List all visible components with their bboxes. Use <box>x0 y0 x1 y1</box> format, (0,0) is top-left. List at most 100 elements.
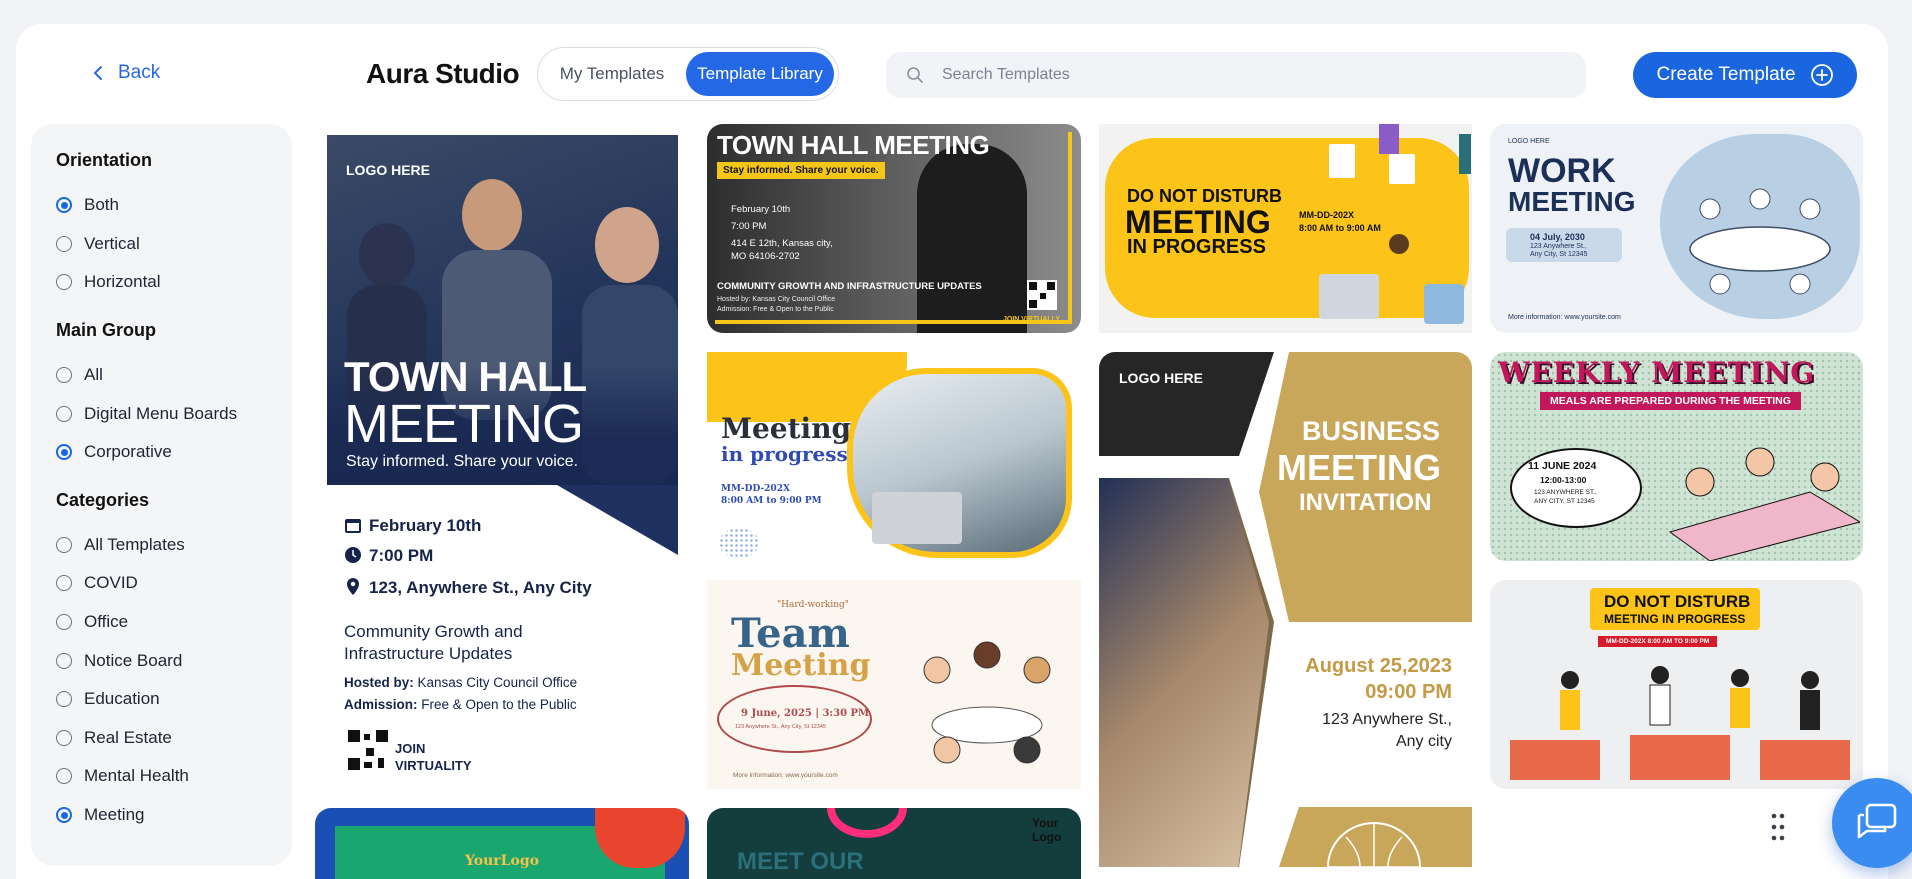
card-oval-frame <box>717 685 872 753</box>
card-hosted: Hosted by: Kansas City Council Office <box>344 675 577 690</box>
tab-my-templates[interactable]: My Templates <box>542 52 682 96</box>
card-when: 9 June, 2025 | 3:30 PM <box>741 708 870 719</box>
card-blue-dots <box>719 528 759 558</box>
radio[interactable] <box>56 536 72 553</box>
brand-title: Aura Studio <box>366 58 520 89</box>
main-group-option-digital-menu-boards[interactable]: Digital Menu Boards <box>56 394 267 433</box>
radio[interactable] <box>56 652 72 669</box>
card-hours: 8:00 AM to 9:00 PM <box>721 496 822 506</box>
card-address-1: 123 ANYWHERE ST., <box>1534 489 1597 496</box>
create-template-label: Create Template <box>1656 64 1796 85</box>
search-icon <box>907 67 923 83</box>
card-title-line-2: Meeting <box>731 648 871 683</box>
card-code: MM-DD-202X 8:00 AM TO 9:00 PM <box>1598 636 1718 647</box>
location-pin-icon <box>347 578 359 595</box>
radio[interactable] <box>56 405 72 422</box>
card-laptop <box>872 492 962 544</box>
card-address-1: 123 Anywhere St., <box>1322 711 1452 728</box>
orientation-group: Orientation Both Vertical Horizontal <box>56 150 267 302</box>
template-card-partial-meet-our[interactable]: MEET OUR Your Logo <box>707 808 1081 879</box>
card-topic-line-1: Community Growth and <box>344 622 523 641</box>
chat-button[interactable] <box>1832 778 1912 868</box>
option-label: All <box>84 365 103 385</box>
orientation-heading: Orientation <box>56 150 153 170</box>
search-input[interactable] <box>942 66 1542 84</box>
card-info: More information: www.yoursite.com <box>1508 314 1621 321</box>
category-option-education[interactable]: Education <box>56 680 267 719</box>
radio[interactable] <box>56 274 72 291</box>
card-line-1: DO NOT DISTURB <box>1604 592 1751 611</box>
category-option-notice-board[interactable]: Notice Board <box>56 641 267 680</box>
radio-checked[interactable] <box>56 197 72 214</box>
card-team-illustration <box>923 641 1051 764</box>
card-logo-line-1: Your <box>1032 816 1059 830</box>
radio[interactable] <box>56 768 72 785</box>
card-title-line-3: INVITATION <box>1299 489 1432 516</box>
card-title: MEET OUR <box>737 848 864 875</box>
template-card-business-meeting[interactable]: LOGO HERE BUSINESS MEETING INVITATION Au… <box>1099 352 1472 867</box>
radio[interactable] <box>56 729 72 746</box>
template-card-work-meeting[interactable]: LOGO HERE WORK MEETING 04 July, 2030 123… <box>1490 124 1863 333</box>
card-logo-text: YourLogo <box>465 853 539 869</box>
template-card-do-not-disturb-red[interactable]: DO NOT DISTURB MEETING IN PROGRESS MM-DD… <box>1490 580 1863 789</box>
card-address-1: 123 Anywhere St., <box>1530 243 1587 250</box>
category-option-all-templates[interactable]: All Templates <box>56 526 267 565</box>
radio-checked[interactable] <box>56 807 72 824</box>
option-label: Education <box>84 689 160 709</box>
radio[interactable] <box>56 575 72 592</box>
template-card-team-meeting[interactable]: "Hard-working" Team Meeting 9 June, 2025… <box>707 580 1081 789</box>
option-label: Both <box>84 195 119 215</box>
option-label: Corporative <box>84 442 172 462</box>
categories-heading: Categories <box>56 489 150 510</box>
card-time: 12:00-13:00 <box>1540 475 1587 485</box>
calendar-icon <box>345 519 361 533</box>
category-option-office[interactable]: Office <box>56 603 267 642</box>
card-join-line-1: JOIN <box>395 741 426 756</box>
option-label: Horizontal <box>84 272 161 292</box>
category-option-real-estate[interactable]: Real Estate <box>56 719 267 758</box>
card-pink-ring <box>827 808 907 838</box>
admission-value: Free & Open to the Public <box>421 697 577 712</box>
category-option-mental-health[interactable]: Mental Health <box>56 757 267 796</box>
card-date: 11 JUNE 2024 <box>1528 460 1597 472</box>
main-group-heading: Main Group <box>56 319 156 340</box>
orientation-option-both[interactable]: Both <box>56 186 267 225</box>
card-time: 09:00 PM <box>1365 681 1452 703</box>
template-card-do-not-disturb-yellow[interactable]: DO NOT DISTURB MEETING IN PROGRESS MM-DD… <box>1099 124 1472 333</box>
template-card-town-hall-horizontal[interactable]: TOWN HALL MEETING Stay informed. Share y… <box>707 124 1081 333</box>
orientation-option-horizontal[interactable]: Horizontal <box>56 263 267 302</box>
orientation-option-vertical[interactable]: Vertical <box>56 225 267 264</box>
category-option-covid[interactable]: COVID <box>56 564 267 603</box>
main-group-option-all[interactable]: All <box>56 356 267 395</box>
main-group-group: Main Group All Digital Menu Boards Corpo… <box>56 320 267 472</box>
filter-sidebar: Orientation Both Vertical Horizontal Mai… <box>31 124 292 866</box>
card-address-2: MO 64106-2702 <box>731 251 800 262</box>
card-date: August 25,2023 <box>1305 655 1452 677</box>
option-label: Digital Menu Boards <box>84 403 238 423</box>
radio[interactable] <box>56 367 72 384</box>
card-join: JOIN VIRTUALLY <box>1003 316 1060 323</box>
tab-template-library[interactable]: Template Library <box>686 52 834 96</box>
card-address-1: 414 E 12th, Kansas city, <box>731 238 833 249</box>
card-date: February 10th <box>731 204 791 215</box>
create-template-button[interactable]: Create Template <box>1633 52 1857 98</box>
drag-handle-icon[interactable] <box>1770 812 1786 842</box>
card-time: 7:00 PM <box>369 546 434 565</box>
radio[interactable] <box>56 691 72 708</box>
radio[interactable] <box>56 235 72 252</box>
card-admission: Admission: Free & Open to the Public <box>717 306 834 313</box>
template-card-town-hall-vertical[interactable]: LOGO HERE TOWN HALL MEETING Stay informe… <box>327 135 678 785</box>
search-bar[interactable] <box>886 52 1586 98</box>
template-card-partial-colorful[interactable]: YourLogo <box>315 808 689 879</box>
template-card-meeting-in-progress[interactable]: Meeting in progress MM-DD-202X 8:00 AM t… <box>707 352 1081 561</box>
card-address: 123, Anywhere St., Any City <box>369 578 592 597</box>
back-button[interactable]: Back <box>92 62 160 84</box>
template-card-weekly-meeting[interactable]: WEEKLY MEETING MEALS ARE PREPARED DURING… <box>1490 352 1863 561</box>
category-option-meeting[interactable]: Meeting <box>56 796 267 835</box>
chevron-left-icon <box>93 66 102 80</box>
radio[interactable] <box>56 614 72 631</box>
main-group-option-corporative[interactable]: Corporative <box>56 433 267 472</box>
card-date: February 10th <box>369 516 482 535</box>
card-kicker: "Hard-working" <box>777 600 849 610</box>
radio-checked[interactable] <box>56 444 72 461</box>
